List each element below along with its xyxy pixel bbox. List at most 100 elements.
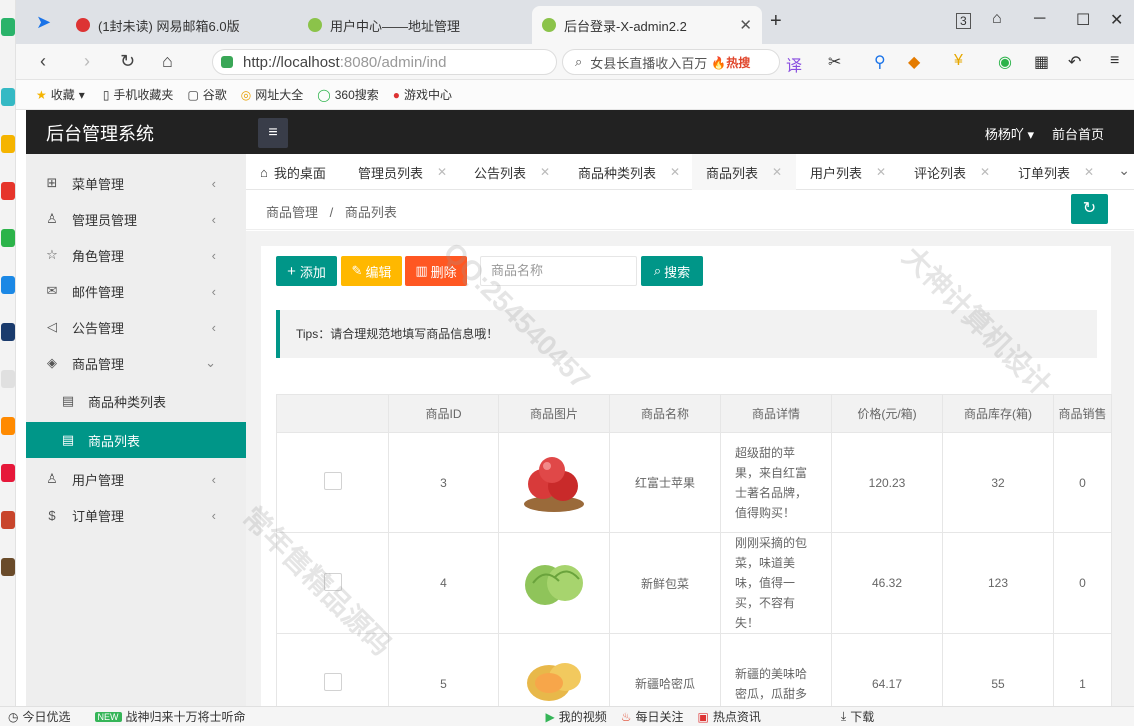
row-checkbox[interactable] <box>323 572 342 591</box>
bookmark-item[interactable]: ● 游戏中心 <box>393 86 452 103</box>
status-item[interactable]: ◷ 今日优选 <box>8 708 71 725</box>
rail-app-icon[interactable] <box>1 323 15 341</box>
main-content: + 添加 ✎ 编辑 ▥ 删除 商品名称 ⌕ 搜索 Tips：请合理规范地填写商品信息哦！… <box>246 231 1134 726</box>
status-item[interactable]: NEW 战神归来十万将士听命 <box>94 708 246 725</box>
chevron-down-icon[interactable]: ⌄ <box>1118 162 1130 179</box>
url-input[interactable]: http://localhost :8080/admin/ind <box>212 49 557 75</box>
delete-button[interactable]: ▥ 删除 <box>405 256 467 286</box>
forward-icon[interactable]: › <box>84 51 90 72</box>
sidebar-item-roles[interactable]: ☆ 角色管理 ‹ <box>26 237 246 273</box>
minimize-icon[interactable]: ─ <box>1034 10 1045 28</box>
menu-toggle-button[interactable]: ≡ <box>258 118 288 148</box>
tab-admin-list[interactable]: 管理员列表 ✕ <box>358 154 447 190</box>
tab-order-list[interactable]: 订单列表 ✕ <box>1018 154 1094 190</box>
refresh-button[interactable]: ↻ <box>1071 194 1108 224</box>
bookmark-item[interactable]: ◎ 网址大全 <box>241 86 304 103</box>
reload-icon[interactable]: ↻ <box>120 51 135 72</box>
tab-goods-list[interactable]: 商品列表 ✕ <box>692 154 797 190</box>
row-checkbox[interactable] <box>323 673 342 691</box>
sidebar-item-admins[interactable]: ♙ 管理员管理 ‹ <box>26 201 246 237</box>
undo-icon[interactable]: ↶ <box>1068 52 1081 72</box>
header-cell[interactable]: 商品ID <box>388 394 499 433</box>
tab-notice-list[interactable]: 公告列表 ✕ <box>474 154 550 190</box>
add-button[interactable]: + 添加 <box>276 256 337 286</box>
status-item[interactable]: ▶ 我的视频 <box>546 708 607 725</box>
bookmark-item[interactable]: ◯ 360搜索 <box>317 86 378 103</box>
tab-comment-list[interactable]: 评论列表 ✕ <box>914 154 990 190</box>
bookmark-item[interactable]: ▢ 谷歌 <box>187 86 226 103</box>
rail-app-icon[interactable] <box>1 276 15 294</box>
status-item[interactable]: ▣ 热点资讯 <box>698 708 761 725</box>
status-item[interactable]: ⤓ 下载 <box>841 708 874 725</box>
folder-icon: ▯ <box>102 87 110 102</box>
rail-app-icon[interactable] <box>1 88 15 106</box>
row-checkbox[interactable] <box>323 472 342 490</box>
header-cell[interactable]: 商品库存(箱) <box>942 394 1054 433</box>
header-cell[interactable]: 商品销售 <box>1053 394 1112 433</box>
game-icon[interactable]: ◆ <box>908 52 920 72</box>
rail-app-icon[interactable] <box>1 182 15 200</box>
close-tab-icon[interactable]: ✕ <box>739 16 752 34</box>
tab-count-icon[interactable]: 3 <box>956 13 971 29</box>
sidebar-item-mail[interactable]: ✉ 邮件管理 ‹ <box>26 273 246 309</box>
home-icon[interactable]: ⌂ <box>162 51 173 72</box>
status-item[interactable]: ♨ 每日关注 <box>621 708 684 725</box>
shirt-icon[interactable]: ⌂ <box>992 10 1002 28</box>
sidebar-item-menu[interactable]: ⊞ 菜单管理 ‹ <box>26 165 246 201</box>
tab-user-list[interactable]: 用户列表 ✕ <box>810 154 886 190</box>
back-icon[interactable]: ‹ <box>40 51 46 72</box>
close-icon[interactable]: ✕ <box>772 165 782 179</box>
sidebar-item-goods-category[interactable]: ▤ 商品种类列表 <box>26 383 246 419</box>
new-tab-button[interactable]: + <box>770 10 782 33</box>
sidebar-item-goods-list[interactable]: ▤ 商品列表 <box>26 422 246 458</box>
rail-app-icon[interactable] <box>1 464 15 482</box>
close-icon[interactable]: ✕ <box>876 165 886 179</box>
rail-app-icon[interactable] <box>1 18 15 36</box>
close-icon[interactable]: ✕ <box>980 165 990 179</box>
breadcrumb-item[interactable]: 商品管理 <box>266 205 318 220</box>
browser-tab[interactable]: 用户中心——地址管理 <box>298 6 528 44</box>
maximize-icon[interactable]: ☐ <box>1076 10 1090 30</box>
rail-app-icon[interactable] <box>1 417 15 435</box>
sidebar-item-users[interactable]: ♙ 用户管理 ‹ <box>26 461 246 497</box>
browser-search-box[interactable]: ⌕ 女县长直播收入百万 🔥热搜 <box>562 49 780 75</box>
browser-tab[interactable]: (1封未读) 网易邮箱6.0版 <box>66 6 296 44</box>
header-cell[interactable]: 价格(元/箱) <box>831 394 943 433</box>
rail-app-icon[interactable] <box>1 135 15 153</box>
close-window-icon[interactable]: ✕ <box>1110 10 1123 30</box>
sidebar-item-notice[interactable]: ◁ 公告管理 ‹ <box>26 309 246 345</box>
bookmark-favorites[interactable]: ★ 收藏 ▾ <box>36 86 89 103</box>
tab-label: 公告列表 <box>474 165 527 181</box>
edit-button[interactable]: ✎ 编辑 <box>341 256 402 286</box>
magnifier-icon[interactable]: ⚲ <box>874 52 886 72</box>
close-icon[interactable]: ✕ <box>670 165 680 179</box>
apps-icon[interactable]: ▦ <box>1034 52 1049 72</box>
browser-tab-active[interactable]: 后台登录-X-admin2.2 ✕ <box>532 6 762 44</box>
sidebar-item-goods[interactable]: ◈ 商品管理 ⌄ <box>26 345 246 381</box>
goods-name-input[interactable]: 商品名称 <box>480 256 637 286</box>
coin-icon[interactable]: ¥ <box>954 52 963 70</box>
search-button[interactable]: ⌕ 搜索 <box>641 256 703 286</box>
close-icon[interactable]: ✕ <box>437 165 447 179</box>
tab-desktop[interactable]: ⌂ 我的桌面 <box>260 154 326 190</box>
more-icon[interactable]: ≡ <box>1110 52 1119 70</box>
rail-app-icon[interactable] <box>1 229 15 247</box>
rail-app-icon[interactable] <box>1 370 15 388</box>
header-cell[interactable]: 商品名称 <box>609 394 721 433</box>
extension-icon[interactable]: ◉ <box>998 52 1012 72</box>
user-dropdown[interactable]: 杨杨吖 ▾ <box>985 124 1034 143</box>
close-icon[interactable]: ✕ <box>1084 165 1094 179</box>
scissors-icon[interactable]: ✂ <box>828 52 841 72</box>
edit-icon: ✎ <box>351 263 363 278</box>
sidebar-item-orders[interactable]: $ 订单管理 ‹ <box>26 497 246 533</box>
close-icon[interactable]: ✕ <box>540 165 550 179</box>
rail-app-icon[interactable] <box>1 558 15 576</box>
front-page-link[interactable]: 前台首页 <box>1052 124 1104 143</box>
tab-category-list[interactable]: 商品种类列表 ✕ <box>578 154 680 190</box>
browser-tab-strip: ➤ (1封未读) 网易邮箱6.0版 用户中心——地址管理 后台登录-X-admi… <box>16 0 1134 44</box>
bookmark-item[interactable]: ▯ 手机收藏夹 <box>103 86 174 103</box>
delete-label: 删除 <box>430 264 457 280</box>
translate-icon[interactable]: 译 <box>786 52 802 76</box>
rail-app-icon[interactable] <box>1 511 15 529</box>
navigate-icon[interactable]: ➤ <box>36 12 51 33</box>
